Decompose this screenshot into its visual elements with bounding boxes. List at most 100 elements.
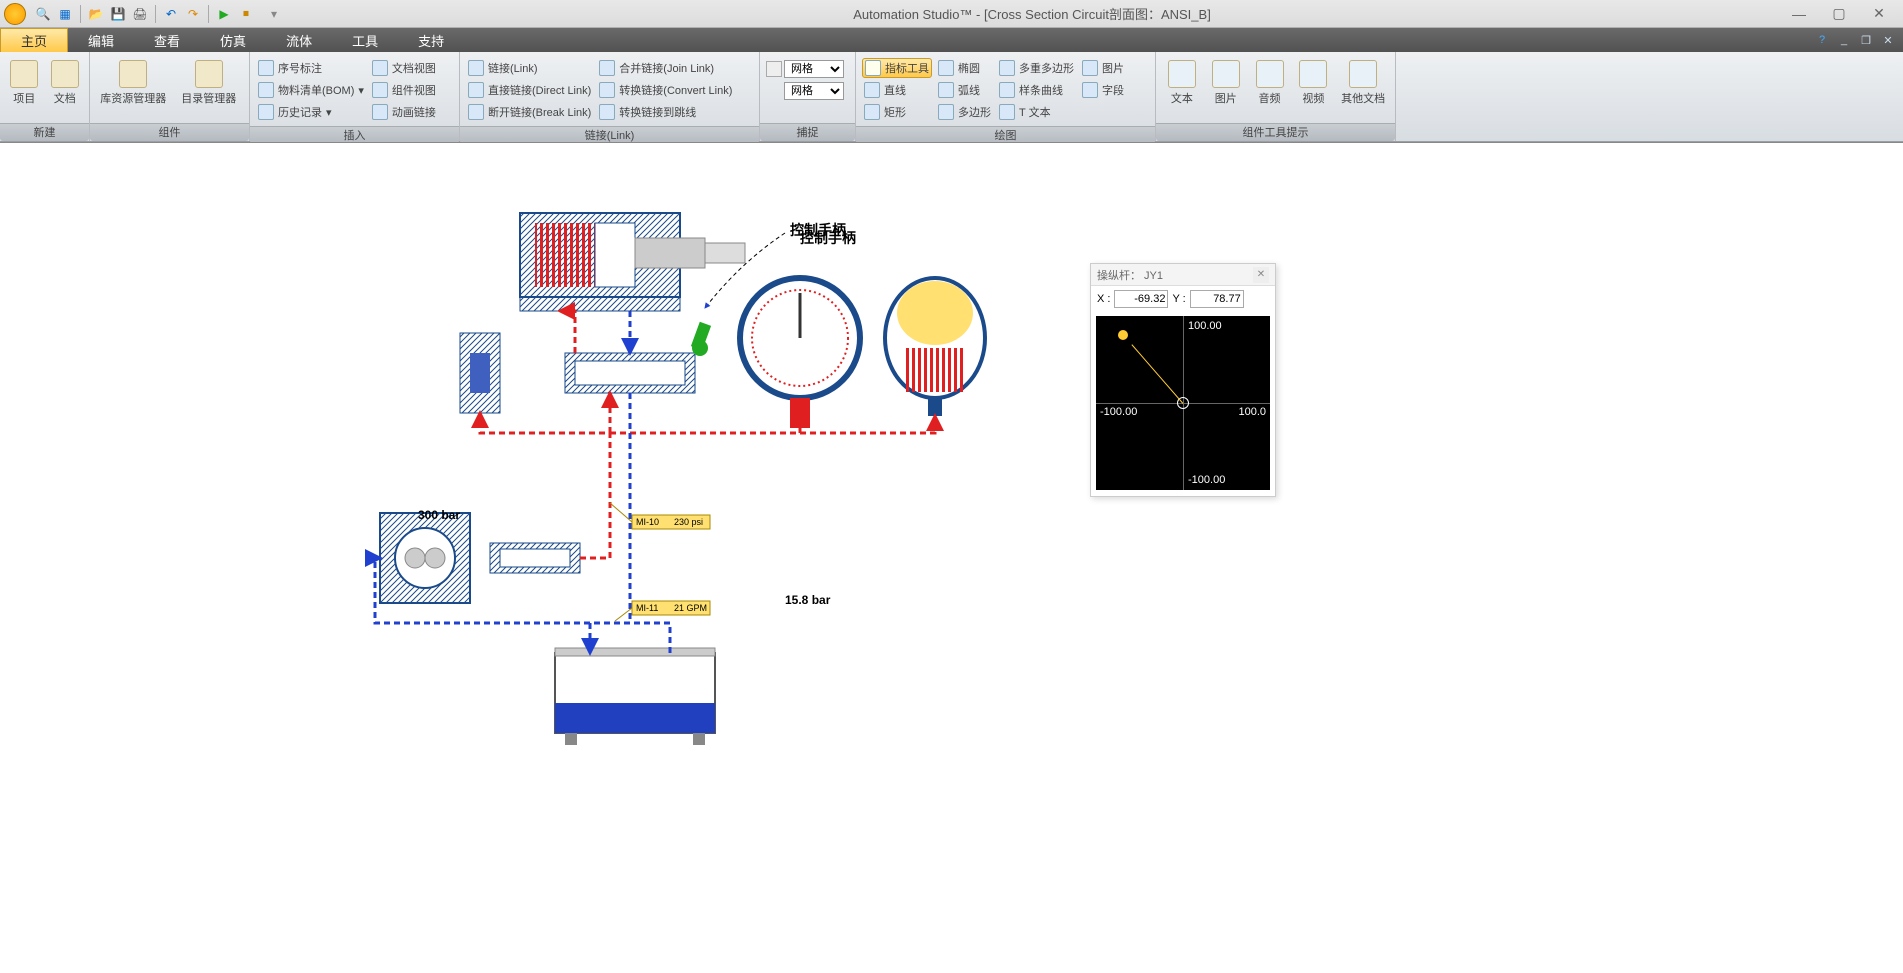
- label: T 文本: [1019, 104, 1051, 120]
- tojump-icon: [599, 104, 615, 120]
- hint-video-button[interactable]: 视频: [1293, 56, 1333, 106]
- hint-image-button[interactable]: 图片: [1206, 56, 1246, 106]
- x-label: X :: [1097, 293, 1110, 305]
- window-restore-icon[interactable]: ❐: [1857, 32, 1875, 48]
- compview-icon: [372, 82, 388, 98]
- rect-button[interactable]: 矩形: [862, 102, 932, 122]
- label: 直线: [884, 82, 906, 98]
- label: 链接(Link): [488, 60, 538, 76]
- group-title: 组件: [90, 123, 249, 141]
- catalog-manager-button[interactable]: 目录管理器: [174, 56, 243, 106]
- joystick-x-input[interactable]: [1114, 290, 1168, 308]
- qat-play-icon[interactable]: ▶: [215, 5, 233, 23]
- group-component: 库资源管理器 目录管理器 组件: [90, 52, 250, 141]
- joystick-knob[interactable]: [1118, 330, 1128, 340]
- compview-button[interactable]: 组件视图: [370, 80, 438, 100]
- tab-edit[interactable]: 编辑: [68, 28, 134, 52]
- hint-video-icon: [1299, 60, 1327, 88]
- qat-save-icon[interactable]: 💾: [109, 5, 127, 23]
- app-logo-icon[interactable]: [4, 3, 26, 25]
- convert-link-button[interactable]: 转换链接(Convert Link): [597, 80, 734, 100]
- tojump-link-button[interactable]: 转换链接到跳线: [597, 102, 734, 122]
- label: 库资源管理器: [100, 90, 166, 106]
- tab-sim[interactable]: 仿真: [200, 28, 266, 52]
- close-button[interactable]: ✕: [1859, 2, 1899, 26]
- link-button[interactable]: 链接(Link): [466, 58, 593, 78]
- help-icon[interactable]: ?: [1813, 32, 1831, 48]
- polygon-button[interactable]: 多边形: [936, 102, 993, 122]
- tab-home[interactable]: 主页: [0, 28, 68, 52]
- join-link-button[interactable]: 合并链接(Join Link): [597, 58, 734, 78]
- library-manager-button[interactable]: 库资源管理器: [96, 56, 170, 106]
- window-close-icon[interactable]: ✕: [1879, 32, 1897, 48]
- seq-number-button[interactable]: 序号标注: [256, 58, 366, 78]
- label-right: 100.0: [1238, 406, 1266, 418]
- maximize-button[interactable]: ▢: [1819, 2, 1859, 26]
- qat-stop-icon[interactable]: ⏹: [237, 5, 255, 23]
- hint-text-icon: [1168, 60, 1196, 88]
- break-link-button[interactable]: 断开链接(Break Link): [466, 102, 593, 122]
- qat-print-icon[interactable]: 🖨: [131, 5, 149, 23]
- svg-text:230 psi: 230 psi: [674, 517, 703, 527]
- qat-zoom-icon[interactable]: 🔍: [34, 5, 52, 23]
- polypoly-icon: [999, 60, 1015, 76]
- label-left: -100.00: [1100, 406, 1137, 418]
- qat-dropdown-icon[interactable]: ▾: [265, 5, 283, 23]
- seq-icon: [258, 60, 274, 76]
- direct-link-button[interactable]: 直接链接(Direct Link): [466, 80, 593, 100]
- group-hint: 文本 图片 音频 视频 其他文档 组件工具提示: [1156, 52, 1396, 141]
- ellipse-button[interactable]: 椭圆: [936, 58, 993, 78]
- label: 图片: [1215, 90, 1237, 106]
- field-button[interactable]: 字段: [1080, 80, 1126, 100]
- reservoir-component: [555, 648, 715, 745]
- tab-tools[interactable]: 工具: [332, 28, 398, 52]
- bom-button[interactable]: 物料清单(BOM) ▾: [256, 80, 366, 100]
- tab-fluid[interactable]: 流体: [266, 28, 332, 52]
- label: 断开链接(Break Link): [488, 104, 591, 120]
- label: 合并链接(Join Link): [619, 60, 714, 76]
- qat-layers-icon[interactable]: ▦: [56, 5, 74, 23]
- docview-button[interactable]: 文档视图: [370, 58, 438, 78]
- y-label: Y :: [1172, 293, 1185, 305]
- pump-component: [380, 513, 470, 603]
- hint-other-button[interactable]: 其他文档: [1337, 56, 1389, 106]
- line-button[interactable]: 直线: [862, 80, 932, 100]
- close-icon[interactable]: ✕: [1253, 267, 1269, 283]
- qat-redo-icon[interactable]: ↷: [184, 5, 202, 23]
- snap-select-2[interactable]: 网格: [784, 82, 844, 100]
- tab-view[interactable]: 查看: [134, 28, 200, 52]
- polypoly-button[interactable]: 多重多边形: [997, 58, 1076, 78]
- joystick-panel[interactable]: 操纵杆： JY1 ✕ X : Y : 100.00 -100.00 -100.0…: [1090, 263, 1276, 497]
- label: 图片: [1102, 60, 1124, 76]
- pointer-tool-button[interactable]: 指标工具: [862, 58, 932, 78]
- joystick-y-input[interactable]: [1190, 290, 1244, 308]
- design-canvas[interactable]: 控制手柄: [0, 142, 1903, 962]
- animlink-button[interactable]: 动画链接: [370, 102, 438, 122]
- image-button[interactable]: 图片: [1080, 58, 1126, 78]
- drawtext-button[interactable]: T 文本: [997, 102, 1076, 122]
- arc-button[interactable]: 弧线: [936, 80, 993, 100]
- tab-support[interactable]: 支持: [398, 28, 464, 52]
- new-document-button[interactable]: 文档: [47, 56, 84, 106]
- filter-component: [490, 543, 580, 573]
- group-new: 项目 文档 新建: [0, 52, 90, 141]
- joystick-vector: [1131, 344, 1183, 404]
- minimize-button[interactable]: —: [1779, 2, 1819, 26]
- label: 样条曲线: [1019, 82, 1063, 98]
- label-top: 100.00: [1188, 320, 1222, 332]
- qat-open-icon[interactable]: 📂: [87, 5, 105, 23]
- svg-text:MI-11: MI-11: [636, 603, 658, 613]
- history-button[interactable]: 历史记录 ▾: [256, 102, 366, 122]
- label: 文档视图: [392, 60, 436, 76]
- image-icon: [1082, 60, 1098, 76]
- window-min-icon[interactable]: _: [1835, 32, 1853, 48]
- joystick-pad[interactable]: 100.00 -100.00 -100.00 100.0: [1096, 316, 1270, 490]
- hint-audio-button[interactable]: 音频: [1250, 56, 1290, 106]
- qat-undo-icon[interactable]: ↶: [162, 5, 180, 23]
- label: 项目: [13, 90, 35, 106]
- snap-select-1[interactable]: 网格: [784, 60, 844, 78]
- hint-text-button[interactable]: 文本: [1162, 56, 1202, 106]
- new-project-button[interactable]: 项目: [6, 56, 43, 106]
- spline-button[interactable]: 样条曲线: [997, 80, 1076, 100]
- label: 字段: [1102, 82, 1124, 98]
